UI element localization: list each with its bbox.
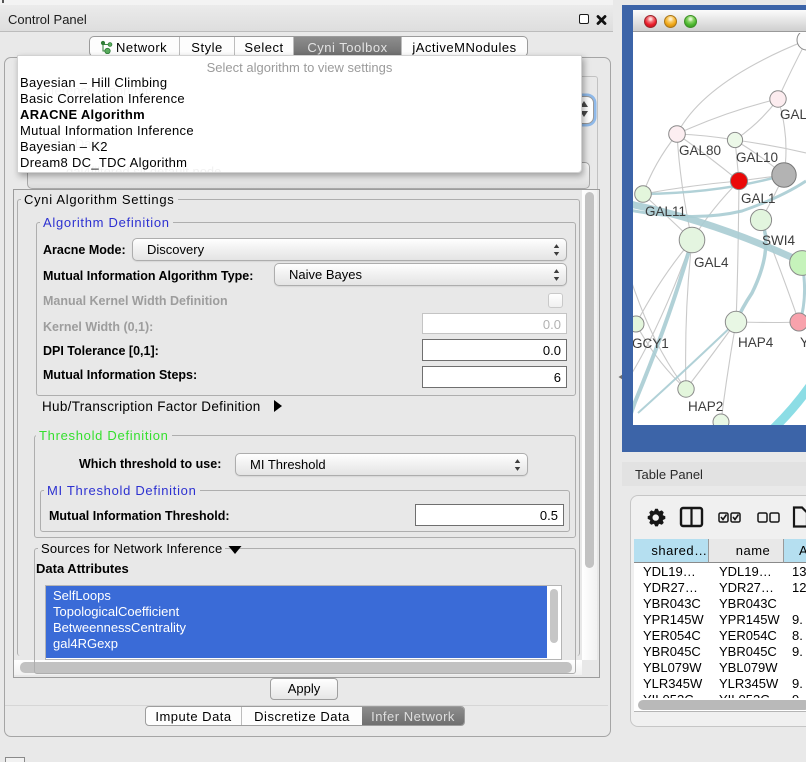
svg-text:GCY1: GCY1 xyxy=(633,336,669,351)
svg-text:GAL11: GAL11 xyxy=(645,204,686,219)
svg-text:GAL4: GAL4 xyxy=(694,255,729,270)
svg-text:GAL80: GAL80 xyxy=(679,143,721,158)
svg-text:HAP4: HAP4 xyxy=(738,335,774,350)
svg-text:HAP2: HAP2 xyxy=(688,399,723,414)
svg-text:GAL: GAL xyxy=(780,107,806,122)
svg-text:Y: Y xyxy=(800,335,806,350)
svg-text:GAL10: GAL10 xyxy=(736,150,778,165)
svg-text:SWI4: SWI4 xyxy=(762,233,795,248)
svg-text:GAL1: GAL1 xyxy=(741,191,776,206)
